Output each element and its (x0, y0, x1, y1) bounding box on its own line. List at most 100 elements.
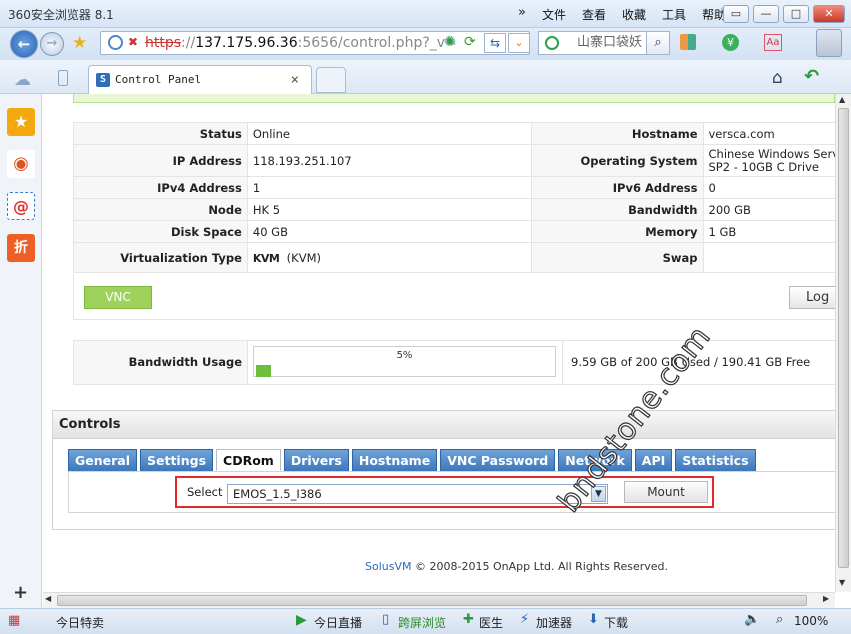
tab-settings[interactable]: Settings (140, 449, 214, 471)
grid-icon[interactable]: ▦ (8, 613, 20, 628)
ipv6-label: IPv6 Address (530, 176, 704, 199)
tab-close-icon[interactable]: × (291, 66, 299, 94)
money-icon[interactable]: ¥ (722, 34, 739, 51)
os-label: Operating System (530, 144, 704, 177)
search-engine-icon[interactable] (545, 36, 559, 50)
horizontal-scrollbar[interactable]: ◀ ▶ (43, 592, 835, 608)
bandwidth-label: Bandwidth (530, 198, 704, 221)
download-link[interactable]: 下载 (604, 614, 628, 631)
kvm-logo: KVM (252, 251, 280, 265)
translate-icon[interactable]: Aa (764, 34, 782, 51)
restore-icon[interactable]: ▭ (723, 5, 749, 23)
controls-title: Controls (53, 411, 835, 439)
disk-space-label: Disk Space (73, 220, 248, 243)
status-bar: ▦ 今日特卖 ▶ 今日直播 ▯ 跨屏浏览 ✚ 医生 ⚡ 加速器 ⬇ 下载 🔈 ⌕… (0, 608, 851, 634)
maximize-icon[interactable]: □ (783, 5, 809, 23)
email-icon[interactable]: @ (7, 192, 35, 220)
close-icon[interactable]: ✕ (813, 5, 845, 23)
home-icon[interactable]: ⌂ (772, 68, 783, 88)
controls-tabs: General Settings CDRom Drivers Hostname … (68, 449, 759, 471)
cancel-icon[interactable]: ✖ (128, 35, 138, 49)
new-tab-button[interactable] (316, 67, 346, 93)
hostname-label: Hostname (530, 122, 704, 145)
dropdown-icon[interactable]: ⌄ (508, 33, 530, 53)
discount-icon[interactable]: 折 (7, 234, 35, 262)
tab-vnc-password[interactable]: VNC Password (440, 449, 556, 471)
iso-select[interactable]: EMOS_1.5_I386 ▼ (227, 484, 608, 504)
controls-panel: Controls General Settings CDRom Drivers … (52, 410, 835, 530)
vertical-scroll-thumb[interactable] (838, 108, 849, 568)
today-live-link[interactable]: 今日直播 (314, 614, 362, 631)
page-footer: SolusVM © 2008-2015 OnApp Ltd. All Right… (365, 560, 668, 573)
doctor-icon[interactable]: ✚ (463, 612, 474, 627)
scroll-up-icon[interactable]: ▲ (839, 95, 845, 104)
loading-icon: ✺ (444, 34, 456, 50)
zoom-icon[interactable]: ⌕ (776, 612, 783, 627)
cross-screen-icon[interactable]: ▯ (382, 612, 389, 627)
sound-icon[interactable]: 🔈 (744, 612, 760, 627)
page-content: Status Online Hostname versca.com IP Add… (43, 94, 835, 592)
url-host: 137.175.96.36 (195, 35, 298, 51)
logout-button[interactable]: Log (789, 286, 835, 309)
left-sidebar: ★ ◉ @ 折 + (0, 94, 42, 608)
phone-icon[interactable] (58, 70, 68, 86)
tab-favicon: S (96, 73, 110, 87)
window-controls: ▭ — □ ✕ (723, 5, 845, 23)
menu-view[interactable]: 查看 (582, 6, 606, 23)
select-label: Select (187, 485, 223, 499)
menu-tools[interactable]: 工具 (662, 6, 686, 23)
bandwidth-usage-row: Bandwidth Usage 5% 9.59 GB of 200 GB Use… (73, 340, 835, 385)
scroll-down-icon[interactable]: ▼ (839, 578, 845, 587)
scroll-right-icon[interactable]: ▶ (823, 594, 829, 603)
add-icon[interactable]: + (13, 582, 28, 603)
tab-api[interactable]: API (634, 449, 673, 471)
server-info-table: Status Online Hostname versca.com IP Add… (73, 122, 835, 273)
table-row: IP Address 118.193.251.107 Operating Sys… (73, 144, 835, 177)
tab-control-panel[interactable]: S Control Panel × (88, 65, 312, 95)
menu-favorites[interactable]: 收藏 (622, 6, 646, 23)
scroll-left-icon[interactable]: ◀ (45, 594, 51, 603)
undo-icon[interactable]: ↶ (804, 66, 819, 87)
cross-screen-link[interactable]: 跨屏浏览 (398, 614, 446, 631)
vertical-scrollbar[interactable]: ▲ ▼ (835, 94, 851, 592)
bandwidth-progress-bar: 5% (253, 346, 556, 377)
menu-bar: 文件 查看 收藏 工具 帮助 (542, 6, 742, 23)
compat-mode-icon[interactable]: ⇆ (484, 33, 506, 53)
site-info-icon[interactable] (108, 35, 123, 50)
tab-general[interactable]: General (68, 449, 137, 471)
tab-hostname[interactable]: Hostname (351, 449, 438, 471)
chevron-double-icon[interactable]: » (518, 5, 526, 20)
favorites-star-icon[interactable]: ★ (7, 108, 35, 136)
footer-brand[interactable]: SolusVM (365, 560, 412, 573)
minimize-icon[interactable]: — (753, 5, 779, 23)
download-icon[interactable]: ⬇ (588, 612, 599, 627)
mount-button[interactable]: Mount (624, 481, 708, 503)
search-button[interactable]: ⌕ (646, 31, 670, 55)
accelerator-icon[interactable]: ⚡ (520, 612, 529, 627)
tab-cdrom[interactable]: CDRom (216, 449, 281, 471)
cloud-icon[interactable]: ☁ (14, 70, 31, 90)
horizontal-scroll-thumb[interactable] (57, 595, 807, 606)
refresh-icon[interactable]: ⟳ (464, 34, 476, 50)
tab-drivers[interactable]: Drivers (283, 449, 349, 471)
notice-bar (73, 94, 835, 103)
today-sale-link[interactable]: 今日特卖 (56, 614, 104, 631)
star-icon[interactable]: ★ (72, 33, 87, 53)
memory-value: 1 GB (702, 220, 835, 243)
zoom-level[interactable]: 100% (794, 614, 828, 628)
avatar[interactable] (816, 29, 842, 57)
back-arrow-icon[interactable]: ← (10, 30, 38, 58)
forward-arrow-icon[interactable]: → (40, 32, 64, 56)
node-value: HK 5 (246, 198, 532, 221)
menu-file[interactable]: 文件 (542, 6, 566, 23)
cdrom-panel: Select EMOS_1.5_I386 ▼ Mount (68, 471, 835, 513)
apps-icon[interactable] (680, 34, 696, 50)
swap-value (702, 242, 835, 273)
live-icon[interactable]: ▶ (296, 612, 307, 628)
doctor-link[interactable]: 医生 (479, 614, 503, 631)
weibo-icon[interactable]: ◉ (7, 150, 35, 178)
table-row: Disk Space 40 GB Memory 1 GB (73, 220, 835, 243)
accelerator-link[interactable]: 加速器 (536, 614, 572, 631)
tab-statistics[interactable]: Statistics (675, 449, 756, 471)
vnc-button[interactable]: VNC (84, 286, 152, 309)
